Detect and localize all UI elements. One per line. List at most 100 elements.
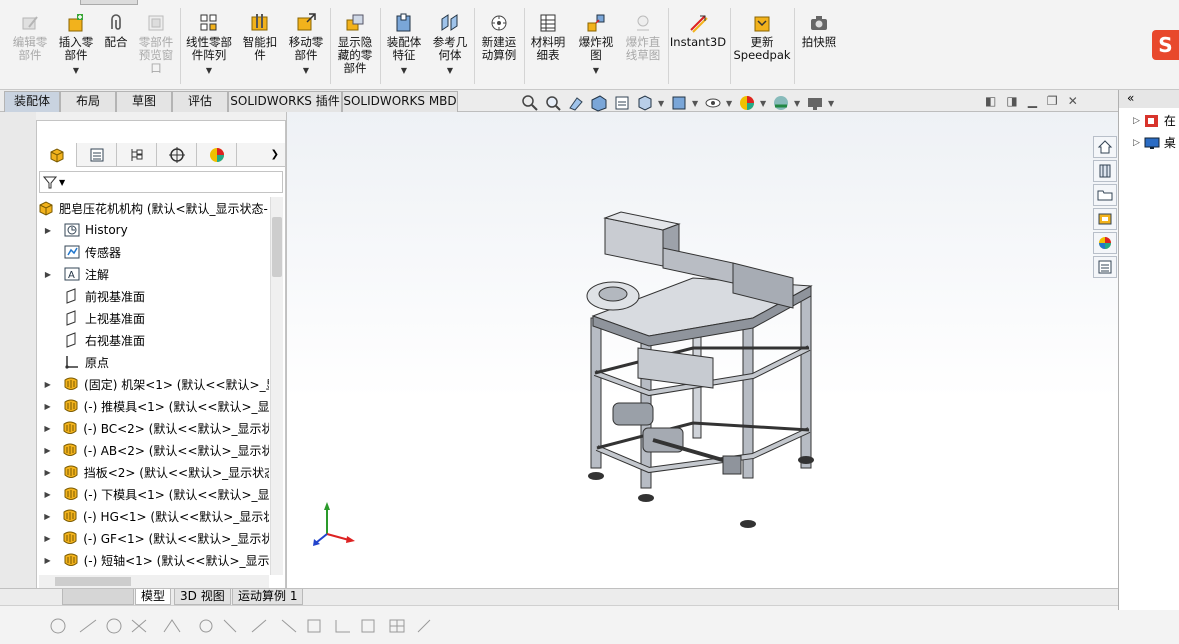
linear-pattern-button[interactable]: 线性零部 件阵列 ▼ <box>182 12 236 77</box>
new-motion-study-button[interactable]: 新建运 动算例 <box>476 12 522 62</box>
zoom-to-area-icon[interactable] <box>543 93 563 113</box>
insert-component-dropdown-icon[interactable]: ▼ <box>73 64 79 77</box>
expand-arrow-icon[interactable]: ▶ <box>41 270 55 279</box>
mate-button[interactable]: 配合 <box>100 12 132 49</box>
tabs-overflow-icon[interactable]: ❯ <box>237 143 285 166</box>
smart-fasteners-button[interactable]: 智能扣 件 <box>238 12 282 62</box>
instant3d-button[interactable]: Instant3D <box>670 12 726 49</box>
linear-pattern-dropdown-icon[interactable]: ▼ <box>206 64 212 77</box>
tree-horizontal-scrollbar[interactable] <box>39 575 269 588</box>
task-pane-item-desktop[interactable]: ▷ 桌 <box>1133 134 1176 151</box>
expand-arrow-icon[interactable]: ▶ <box>41 556 54 565</box>
scroll-thumb[interactable] <box>272 217 282 277</box>
filter-dropdown-icon[interactable]: ▼ <box>59 178 65 187</box>
tree-filter[interactable]: ▼ <box>39 171 283 193</box>
design-library-icon[interactable] <box>1093 160 1117 182</box>
minimize-icon[interactable]: ▁ <box>1028 94 1037 108</box>
tree-item[interactable]: ▶ (-) 下模具<1> (默认<<默认>_显示 <box>37 483 269 505</box>
tab-navigation-arrows[interactable] <box>62 589 134 605</box>
tree-item[interactable]: 右视基准面 <box>37 329 269 351</box>
section-view-icon[interactable] <box>589 93 609 113</box>
tab-solidworks-mbd[interactable]: SOLIDWORKS MBD <box>342 91 458 112</box>
view-settings-icon[interactable] <box>805 93 825 113</box>
sketch-tools-icons[interactable] <box>46 614 466 638</box>
tab-sketch[interactable]: 草图 <box>116 91 172 112</box>
assembly-features-dropdown-icon[interactable]: ▼ <box>401 64 407 77</box>
tree-item[interactable]: ▶ (-) AB<2> (默认<<默认>_显示状态 <box>37 439 269 461</box>
exploded-view-button[interactable]: 爆炸视 图 ▼ <box>574 12 618 77</box>
scroll-thumb[interactable] <box>55 577 131 586</box>
exploded-view-dropdown-icon[interactable]: ▼ <box>593 64 599 77</box>
dimxpert-manager-tab[interactable] <box>157 143 197 167</box>
bom-button[interactable]: 材料明 细表 <box>526 12 570 62</box>
assembly-model[interactable] <box>583 208 863 538</box>
tree-item[interactable]: ▶ (-) 短轴<1> (默认<<默认>_显示状 <box>37 549 269 571</box>
expand-arrow-icon[interactable]: ▶ <box>41 490 54 499</box>
tree-item[interactable]: 原点 <box>37 351 269 373</box>
tree-root-assembly[interactable]: 肥皂压花机机构 (默认<默认_显示状态- <box>37 197 269 219</box>
tab-assembly[interactable]: 装配体 <box>4 91 60 112</box>
reference-geometry-button[interactable]: 参考几 何体 ▼ <box>428 12 472 77</box>
scene-dropdown-icon[interactable]: ▼ <box>794 99 802 108</box>
move-component-dropdown-icon[interactable]: ▼ <box>303 64 309 77</box>
configuration-manager-tab[interactable] <box>117 143 157 167</box>
expand-arrow-icon[interactable]: ▶ <box>41 424 54 433</box>
update-speedpak-button[interactable]: 更新 Speedpak <box>733 12 791 62</box>
view-orientation-dropdown-icon[interactable]: ▼ <box>658 99 666 108</box>
tree-item[interactable]: ▶ (-) BC<2> (默认<<默认>_显示状态 <box>37 417 269 439</box>
reference-geometry-dropdown-icon[interactable]: ▼ <box>447 64 453 77</box>
tree-item[interactable]: ▶ (固定) 机架<1> (默认<<默认>_显 <box>37 373 269 395</box>
tab-layout[interactable]: 布局 <box>60 91 116 112</box>
expand-arrow-icon[interactable]: ▶ <box>41 380 54 389</box>
expand-arrow-icon[interactable]: ▶ <box>41 446 54 455</box>
home-icon[interactable] <box>1093 136 1117 158</box>
appearances-scenes-icon[interactable] <box>1093 232 1117 254</box>
display-style-dropdown-icon[interactable]: ▼ <box>692 99 700 108</box>
task-pane-collapse-button[interactable]: « <box>1119 90 1179 108</box>
file-explorer-icon[interactable] <box>1093 184 1117 206</box>
apply-scene-icon[interactable] <box>771 93 791 113</box>
explode-line-sketch-button[interactable]: 爆炸直 线草图 <box>620 12 666 62</box>
custom-properties-icon[interactable] <box>1093 256 1117 278</box>
tree-item[interactable]: 前视基准面 <box>37 285 269 307</box>
display-manager-tab[interactable] <box>197 143 237 167</box>
take-snapshot-button[interactable]: 拍快照 <box>796 12 842 49</box>
show-hidden-components-button[interactable]: 显示隐 藏的零 部件 <box>332 12 378 75</box>
dynamic-annotation-icon[interactable] <box>612 93 632 113</box>
restore-left-icon[interactable]: ◧ <box>985 94 996 108</box>
property-manager-tab[interactable] <box>77 143 117 167</box>
view-palette-icon[interactable] <box>1093 208 1117 230</box>
display-style-icon[interactable] <box>669 93 689 113</box>
tab-3d-views[interactable]: 3D 视图 <box>174 589 231 605</box>
tree-item[interactable]: ▶ (-) 推模具<1> (默认<<默认>_显示 <box>37 395 269 417</box>
sogou-ime-icon[interactable]: S <box>1152 30 1179 60</box>
insert-component-button[interactable]: 插入零 部件 ▼ <box>54 12 98 77</box>
assembly-features-button[interactable]: 装配体 特征 ▼ <box>382 12 426 77</box>
appearance-dropdown-icon[interactable]: ▼ <box>760 99 768 108</box>
edit-appearance-icon[interactable] <box>737 93 757 113</box>
edit-component-button[interactable]: 编辑零 部件 <box>8 12 52 62</box>
tree-item[interactable]: ▶ (-) GF<1> (默认<<默认>_显示状态 <box>37 527 269 549</box>
move-component-button[interactable]: 移动零 部件 ▼ <box>284 12 328 77</box>
feature-tree-tab[interactable] <box>37 143 77 167</box>
tree-item[interactable]: 上视基准面 <box>37 307 269 329</box>
close-icon[interactable]: ✕ <box>1068 94 1078 108</box>
tree-item[interactable]: ▶ A 注解 <box>37 263 269 285</box>
task-pane-item-resources[interactable]: ▷ 在 <box>1133 112 1176 129</box>
expand-arrow-icon[interactable]: ▶ <box>41 512 54 521</box>
tree-item[interactable]: ▶ History <box>37 219 269 241</box>
expand-arrow-icon[interactable]: ▶ <box>41 534 54 543</box>
view-settings-dropdown-icon[interactable]: ▼ <box>828 99 836 108</box>
tree-vertical-scrollbar[interactable] <box>270 197 283 575</box>
component-preview-button[interactable]: 零部件 预览窗 口 <box>134 12 178 75</box>
tab-model[interactable]: 模型 <box>135 589 172 605</box>
previous-view-icon[interactable] <box>566 93 586 113</box>
tree-item[interactable]: ▶ 挡板<2> (默认<<默认>_显示状态- <box>37 461 269 483</box>
hide-show-items-icon[interactable] <box>703 93 723 113</box>
expand-arrow-icon[interactable]: ▶ <box>41 226 55 235</box>
tab-motion-study-1[interactable]: 运动算例 1 <box>232 589 304 605</box>
view-orientation-icon[interactable] <box>635 93 655 113</box>
expand-arrow-icon[interactable]: ▶ <box>41 402 54 411</box>
restore-right-icon[interactable]: ◨ <box>1006 94 1017 108</box>
tab-evaluate[interactable]: 评估 <box>172 91 228 112</box>
